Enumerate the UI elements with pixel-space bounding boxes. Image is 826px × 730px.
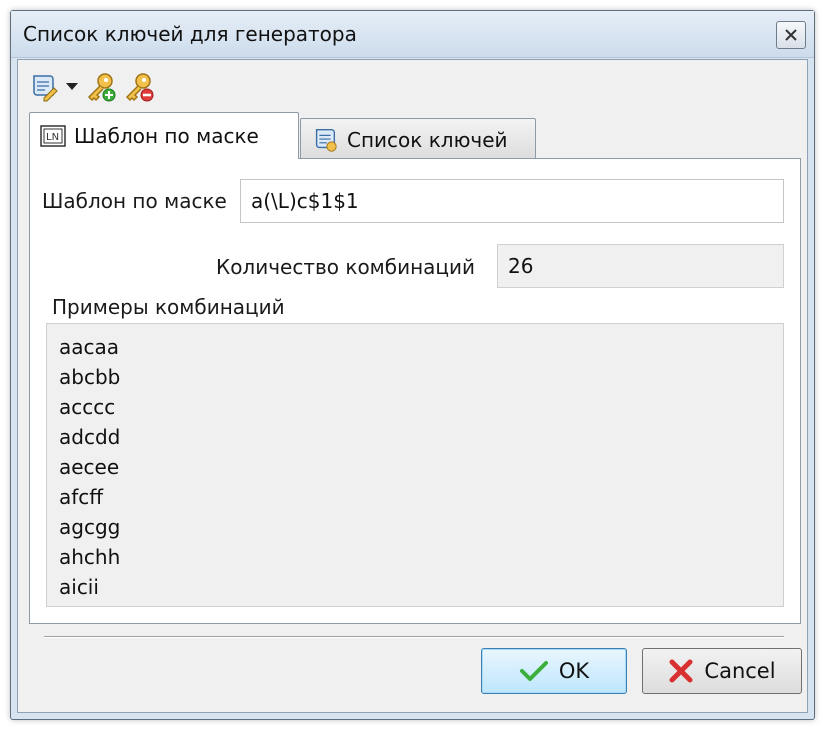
tab-mask-template[interactable]: LN Шаблон по маске xyxy=(29,112,299,159)
dropdown-arrow-icon xyxy=(66,83,78,90)
mask-input[interactable]: a(\L)c$1$1 xyxy=(240,179,784,223)
script-edit-icon xyxy=(33,75,58,102)
dialog-window: Список ключей для генератора LN Шаблон п… xyxy=(10,10,815,720)
key-add-icon xyxy=(87,73,116,102)
script-edit-dropdown[interactable] xyxy=(64,70,80,104)
example-item: agcgg xyxy=(59,515,121,539)
script-edit-button[interactable] xyxy=(26,70,60,104)
checkmark-icon xyxy=(519,661,548,681)
cancel-x-icon xyxy=(669,659,693,683)
ok-button[interactable]: OK xyxy=(481,648,627,694)
example-item: acccc xyxy=(59,395,116,419)
remove-key-button[interactable] xyxy=(122,70,156,104)
example-item: afcff xyxy=(59,485,104,509)
mask-input-value: a(\L)c$1$1 xyxy=(251,189,359,213)
window-title: Список ключей для генератора xyxy=(23,22,357,46)
tab-mask-template-label: Шаблон по маске xyxy=(74,124,259,148)
example-item: adcdd xyxy=(59,425,121,449)
toolbar xyxy=(26,70,156,104)
mask-template-panel: Шаблон по маске a(\L)c$1$1 Количество ко… xyxy=(29,158,801,624)
mask-template-icon: LN xyxy=(40,125,66,147)
close-button[interactable] xyxy=(776,21,806,49)
mask-label: Шаблон по маске xyxy=(42,189,227,213)
example-item: aacaa xyxy=(59,335,120,359)
tab-key-list-label: Список ключей xyxy=(347,127,508,152)
key-remove-icon xyxy=(125,73,154,102)
example-item: abcbb xyxy=(59,365,121,389)
add-key-button[interactable] xyxy=(84,70,118,104)
close-icon xyxy=(785,29,797,41)
count-value: 26 xyxy=(508,254,534,278)
count-label: Количество комбинаций xyxy=(216,255,476,279)
cancel-button[interactable]: Cancel xyxy=(642,648,802,694)
example-item: aicii xyxy=(59,575,99,599)
title-bar[interactable]: Список ключей для генератора xyxy=(11,11,814,58)
ok-button-label: OK xyxy=(558,659,590,683)
examples-label: Примеры комбинаций xyxy=(52,295,285,319)
cancel-button-label: Cancel xyxy=(704,659,776,683)
key-list-icon xyxy=(315,128,337,152)
examples-list[interactable]: aacaa abcbb acccc adcdd aecee afcff agcg… xyxy=(46,323,784,607)
tab-key-list[interactable]: Список ключей xyxy=(300,118,536,160)
example-item: ahchh xyxy=(59,545,121,569)
example-item: aecee xyxy=(59,455,120,479)
svg-text:LN: LN xyxy=(46,132,59,143)
divider xyxy=(44,636,784,638)
client-area: LN Шаблон по маске Список ключей Шаблон … xyxy=(17,59,808,713)
count-field: 26 xyxy=(497,244,784,288)
